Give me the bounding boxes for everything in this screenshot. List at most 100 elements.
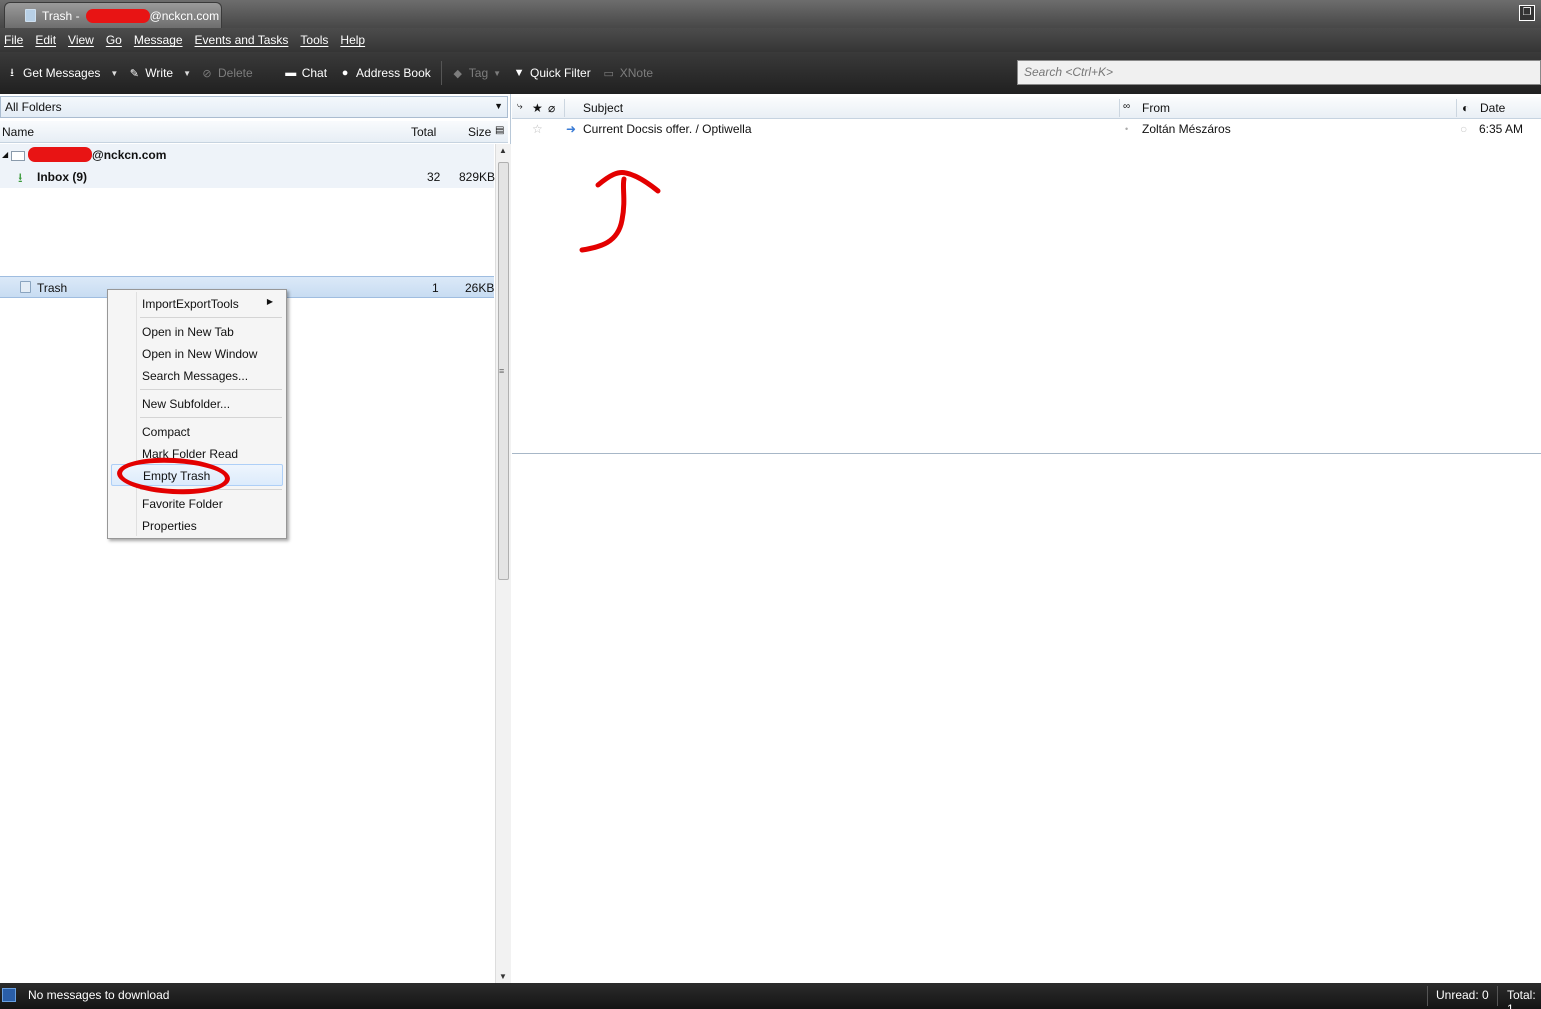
write-button[interactable]: ✎ Write (122, 58, 179, 88)
star-empty-icon[interactable]: ☆ (532, 122, 543, 136)
account-name: @nckcn.com (92, 148, 167, 162)
column-picker-icon[interactable]: ▤ (495, 125, 504, 136)
menu-item-label: New Subfolder... (142, 397, 231, 411)
annotation-arrow (579, 170, 661, 253)
xnote-label: XNote (619, 66, 654, 80)
thread-column-icon[interactable]: ⤷ (517, 101, 523, 112)
glasses-icon[interactable]: ∞ (1123, 101, 1130, 112)
folder-total-trash: 1 (432, 281, 439, 295)
menu-item-favorite-folder[interactable]: Favorite Folder (111, 493, 283, 515)
tag-dropdown-icon: ▼ (493, 68, 502, 78)
read-dot-icon[interactable]: • (1125, 124, 1128, 134)
reply-arrow-icon: ➜ (566, 122, 577, 136)
folder-list-blank (0, 188, 494, 276)
folder-view-label: All Folders (5, 100, 62, 114)
menu-message[interactable]: Message (129, 33, 188, 47)
main-toolbar: ⭳ Get Messages ▼ ✎ Write ▼ ⊘ Delete ▬ Ch… (0, 52, 1541, 94)
menu-item-compact[interactable]: Compact (111, 421, 283, 443)
tag-label: Tag (468, 66, 489, 80)
message-subject: Current Docsis offer. / Optiwella (583, 122, 752, 136)
menu-separator (140, 417, 282, 418)
column-subject[interactable]: Subject (583, 101, 623, 115)
address-book-button[interactable]: ● Address Book (333, 58, 437, 88)
column-divider (564, 99, 565, 117)
quick-filter-button[interactable]: ▼ Quick Filter (507, 58, 597, 88)
chat-label: Chat (301, 66, 328, 80)
menu-edit[interactable]: Edit (30, 33, 61, 47)
redaction-mark (28, 147, 92, 163)
toolbar-separator (440, 61, 442, 85)
column-name[interactable]: Name (2, 125, 34, 139)
trash-icon (20, 281, 31, 296)
pencil-icon: ✎ (129, 67, 139, 80)
menu-tools[interactable]: Tools (295, 33, 333, 47)
menu-item-label: ImportExportTools (142, 297, 239, 311)
junk-dot-icon[interactable]: ○ (1460, 122, 1467, 136)
total-count: Total: 1 (1507, 988, 1536, 1009)
status-divider (1427, 986, 1428, 1006)
menu-separator (140, 317, 282, 318)
column-date[interactable]: Date (1480, 101, 1505, 115)
menu-item-importexporttools[interactable]: ImportExportTools ▶ (111, 293, 283, 315)
write-dropdown[interactable]: ▼ (179, 69, 195, 78)
write-label: Write (145, 66, 174, 80)
menu-item-open-new-window[interactable]: Open in New Window (111, 343, 283, 365)
message-preview-pane (512, 455, 1541, 983)
message-row[interactable]: ☆ ➜ Current Docsis offer. / Optiwella • … (512, 120, 1541, 140)
download-icon: ⭳ (10, 66, 14, 79)
chevron-down-icon: ▼ (494, 101, 503, 111)
folder-view-selector[interactable]: All Folders ▼ (0, 96, 508, 118)
menu-help[interactable]: Help (335, 33, 370, 47)
folder-scrollbar[interactable]: ▲ ≡ ▼ (495, 144, 511, 983)
xnote-button[interactable]: ▭ XNote (597, 58, 659, 88)
menu-go[interactable]: Go (101, 33, 127, 47)
folder-size-trash: 26KB (465, 281, 495, 295)
title-bar: Trash - @nckcn.com ❐ (0, 0, 1541, 28)
menu-view[interactable]: View (63, 33, 99, 47)
submenu-arrow-icon: ▶ (266, 297, 273, 306)
star-column-icon[interactable]: ★ (532, 101, 543, 115)
tag-button[interactable]: ◆ Tag ▼ (446, 58, 507, 88)
chat-button[interactable]: ▬ Chat (279, 58, 333, 88)
status-bar: No messages to download Unread: 0 Total:… (0, 983, 1541, 1009)
column-from[interactable]: From (1142, 101, 1170, 115)
folder-name-trash: Trash (37, 281, 68, 295)
status-divider (1497, 986, 1498, 1006)
trash-icon (25, 9, 36, 22)
menu-item-label: Open in New Tab (142, 325, 234, 339)
menu-item-new-subfolder[interactable]: New Subfolder... (111, 393, 283, 415)
junk-status-icon[interactable]: ◐ (1462, 101, 1469, 115)
folder-columns-header: Name Total Size ▤ (0, 121, 508, 143)
column-divider (1456, 99, 1457, 117)
account-row[interactable]: ◢ @nckcn.com (0, 144, 494, 166)
menu-item-search-messages[interactable]: Search Messages... (111, 365, 283, 387)
get-messages-button[interactable]: ⭳ Get Messages (0, 58, 106, 88)
attachment-column-icon[interactable]: ⌀ (548, 101, 555, 115)
menu-item-label: Properties (142, 519, 197, 533)
scroll-down-icon[interactable]: ▼ (499, 972, 507, 981)
menu-item-open-new-tab[interactable]: Open in New Tab (111, 321, 283, 343)
get-messages-dropdown[interactable]: ▼ (106, 69, 122, 78)
search-input[interactable]: Search <Ctrl+K> (1017, 60, 1541, 85)
note-icon: ▭ (603, 67, 614, 80)
folder-row-inbox[interactable]: ⭳ Inbox (9) 32 829KB (0, 166, 495, 188)
collapse-icon[interactable]: ◢ (2, 150, 8, 159)
online-status-icon[interactable] (2, 988, 16, 1002)
person-icon: ● (341, 67, 349, 79)
delete-button[interactable]: ⊘ Delete (195, 58, 259, 88)
menu-bar: File Edit View Go Message Events and Tas… (0, 28, 1541, 52)
inbox-icon: ⭳ (18, 170, 23, 185)
menu-item-properties[interactable]: Properties (111, 515, 283, 537)
menu-events-tasks[interactable]: Events and Tasks (190, 33, 294, 47)
splitter-grip-icon: ≡ (499, 366, 505, 376)
thread-columns-header: ⤷ ★ ⌀ Subject ∞ From ◐ Date (512, 97, 1541, 119)
scroll-up-icon[interactable]: ▲ (499, 146, 507, 155)
column-size[interactable]: Size (468, 125, 491, 139)
column-total[interactable]: Total (411, 125, 436, 139)
restore-window-button[interactable]: ❐ (1519, 5, 1535, 21)
menu-file[interactable]: File (0, 33, 28, 47)
delete-label: Delete (218, 66, 253, 80)
tag-icon: ◆ (453, 67, 462, 80)
tab-trash[interactable]: Trash - @nckcn.com (4, 2, 222, 28)
tab-title-prefix: Trash - (42, 8, 80, 23)
